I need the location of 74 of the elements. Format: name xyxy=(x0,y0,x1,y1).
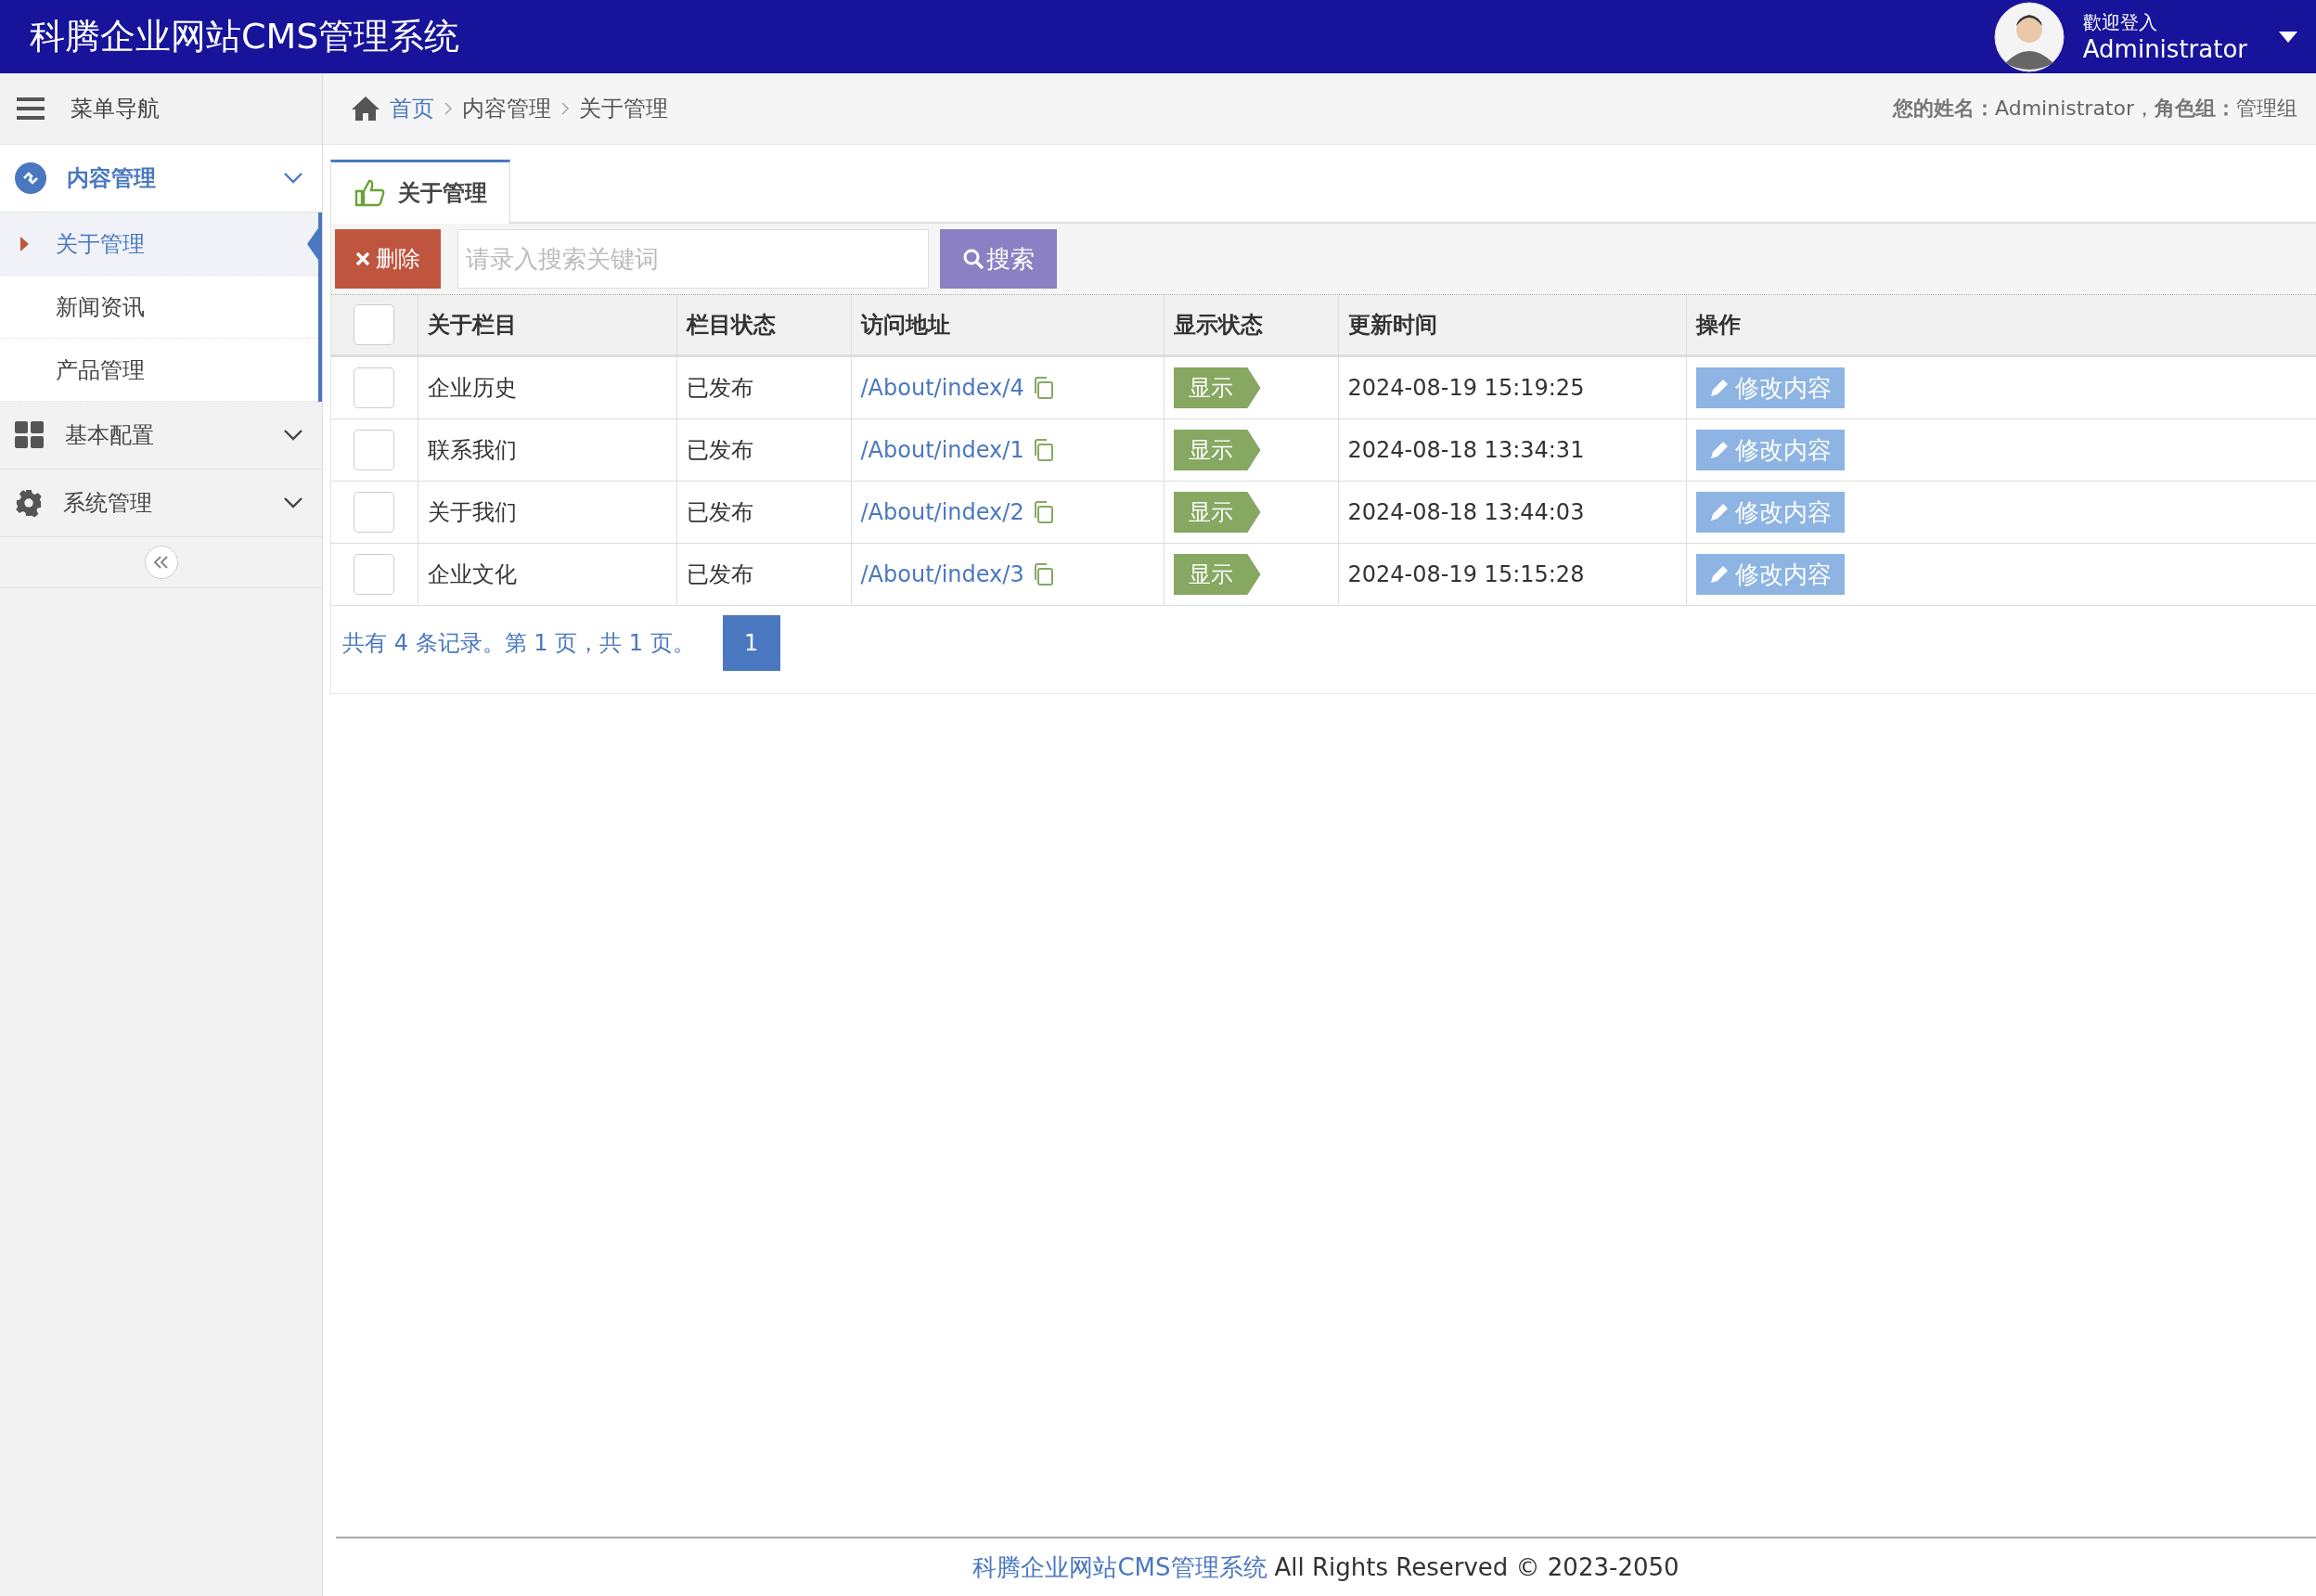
row-checkbox[interactable] xyxy=(354,367,395,408)
table-cell: 已发布 xyxy=(676,418,851,482)
sidebar-item[interactable]: 新闻资讯 xyxy=(0,276,318,339)
sidebar-item[interactable]: 产品管理 xyxy=(0,339,318,402)
breadcrumb-item[interactable]: 首页 xyxy=(390,94,434,123)
search-button[interactable]: 搜索 xyxy=(940,229,1057,289)
breadcrumb-item: 关于管理 xyxy=(579,95,668,123)
column-header: 更新时间 xyxy=(1338,295,1686,356)
column-header: 访问地址 xyxy=(851,295,1164,356)
url-link[interactable]: /About/index/1 xyxy=(860,437,1024,463)
url-link[interactable]: /About/index/3 xyxy=(860,561,1024,587)
pencil-icon xyxy=(1708,440,1730,460)
search-icon xyxy=(962,248,984,270)
triangle-icon xyxy=(20,236,29,251)
column-header: 关于栏目 xyxy=(418,295,676,356)
row-checkbox[interactable] xyxy=(354,492,395,533)
table-cell: 2024-08-19 15:19:25 xyxy=(1338,355,1686,419)
delete-button[interactable]: 删除 xyxy=(335,229,441,289)
thumbs-up-icon xyxy=(354,179,385,207)
collapse-button[interactable] xyxy=(144,546,178,579)
link-icon xyxy=(15,162,46,194)
double-chevron-icon xyxy=(152,555,170,570)
status-tag: 显示 xyxy=(1173,367,1261,408)
menu-icon[interactable] xyxy=(17,97,45,120)
pencil-icon xyxy=(1708,564,1730,585)
sidebar-group[interactable]: 基本配置 xyxy=(0,402,322,470)
grid-icon xyxy=(15,420,45,450)
chevron-icon xyxy=(283,172,303,185)
row-checkbox[interactable] xyxy=(354,554,395,595)
caret-icon[interactable] xyxy=(2279,31,2297,43)
select-all-checkbox[interactable] xyxy=(354,304,395,345)
table-cell: 2024-08-18 13:44:03 xyxy=(1338,481,1686,544)
status-tag: 显示 xyxy=(1173,554,1261,595)
copyright-text: All Rights Reserved © 2023-2050 xyxy=(1274,1553,1679,1581)
table-cell: 联系我们 xyxy=(418,418,676,482)
table-cell: 已发布 xyxy=(676,481,851,544)
chevron-right-icon xyxy=(444,101,453,116)
row-checkbox[interactable] xyxy=(354,430,395,470)
search-field[interactable]: 请录入搜索关键词 xyxy=(457,229,929,289)
table-cell: 企业历史 xyxy=(418,355,676,419)
chevron-icon xyxy=(283,429,303,442)
table-cell: 关于我们 xyxy=(418,481,676,544)
table-cell: 2024-08-18 13:34:31 xyxy=(1338,418,1686,482)
user-name[interactable]: Administrator xyxy=(2082,35,2247,63)
url-link[interactable]: /About/index/4 xyxy=(860,375,1024,401)
home-icon[interactable] xyxy=(351,96,380,122)
welcome-label: 歡迎登入 xyxy=(2082,10,2158,35)
status-tag: 显示 xyxy=(1173,492,1261,533)
pencil-icon xyxy=(1708,502,1730,522)
pencil-icon xyxy=(1708,378,1730,398)
tab[interactable]: 关于管理 xyxy=(330,160,510,224)
user-info: 您的姓名：Administrator，角色组：管理组 xyxy=(1893,96,2297,122)
gear-icon xyxy=(15,489,43,517)
url-link[interactable]: /About/index/2 xyxy=(860,499,1024,525)
column-header: 显示状态 xyxy=(1164,295,1338,356)
sidebar-group[interactable]: 系统管理 xyxy=(0,470,322,537)
column-header: 操作 xyxy=(1686,295,2316,356)
sidebar-group[interactable]: 内容管理 xyxy=(0,145,322,212)
column-header: 栏目状态 xyxy=(676,295,851,356)
close-icon xyxy=(355,251,370,266)
app-title: 科腾企业网站CMS管理系统 xyxy=(30,15,460,58)
page-button[interactable]: 1 xyxy=(722,615,780,671)
table-cell: 企业文化 xyxy=(418,543,676,606)
chevron-icon xyxy=(283,496,303,509)
pagination-summary: 共有 4 条记录。第 1 页，共 1 页。 xyxy=(342,629,695,658)
breadcrumb-item[interactable]: 内容管理 xyxy=(462,94,551,123)
avatar[interactable] xyxy=(1993,1,2065,72)
table-cell: 已发布 xyxy=(676,543,851,606)
sidebar-heading: 菜单导航 xyxy=(71,95,160,123)
table-cell: 2024-08-19 15:15:28 xyxy=(1338,543,1686,606)
footer-link[interactable]: 科腾企业网站CMS管理系统 xyxy=(972,1551,1267,1584)
chevron-right-icon xyxy=(560,101,570,116)
table-cell: 已发布 xyxy=(676,355,851,419)
status-tag: 显示 xyxy=(1173,430,1261,470)
